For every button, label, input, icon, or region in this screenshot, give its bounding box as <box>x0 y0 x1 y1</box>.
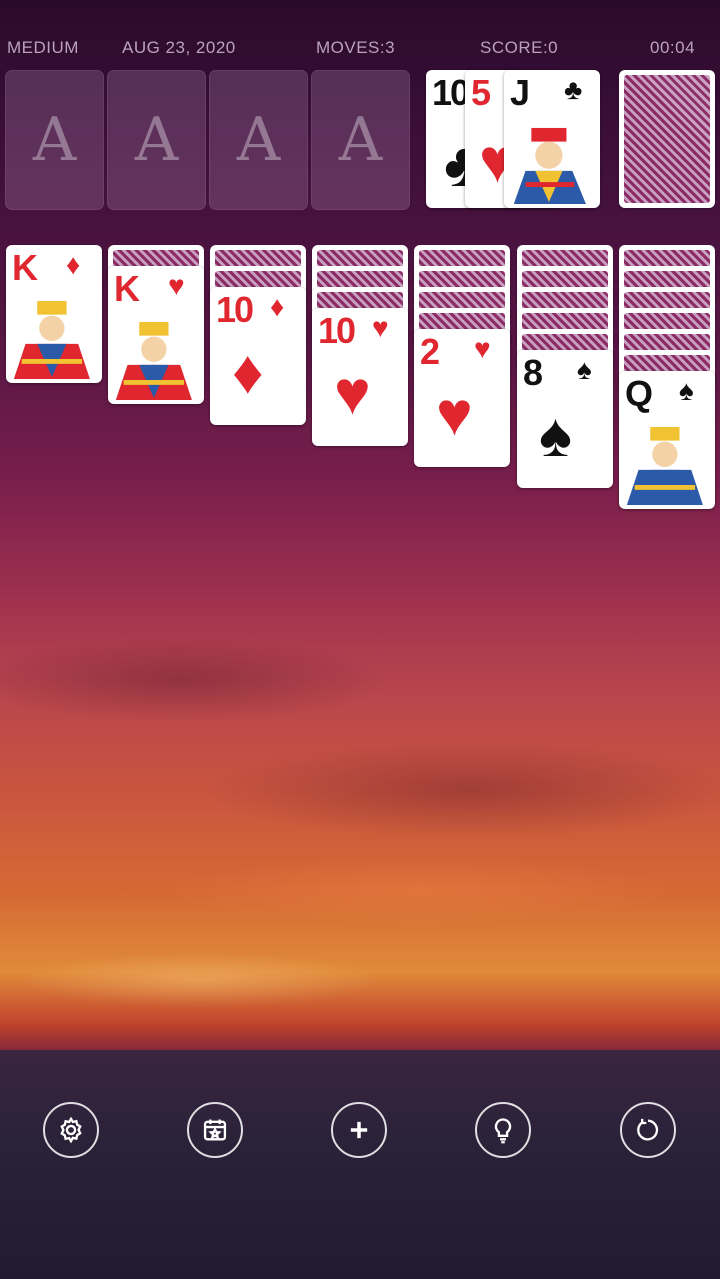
moves-counter: MOVES:3 <box>316 38 396 57</box>
card-suit: ♥ <box>372 312 389 343</box>
card-suit: ♠ <box>577 354 592 385</box>
difficulty-label: MEDIUM <box>7 38 79 57</box>
tableau-card[interactable]: Q ♠ <box>619 371 715 509</box>
tableau-card[interactable]: 10 ♥ ♥ <box>312 308 408 446</box>
card-suit: ♦ <box>66 249 81 280</box>
tableau-card[interactable]: 2 ♥ ♥ <box>414 329 510 467</box>
card-rank: 10 <box>216 289 254 330</box>
card-suit: ♥ <box>474 333 491 364</box>
sea-background <box>0 1050 720 1279</box>
tableau-card[interactable]: 8 ♠ ♠ <box>517 350 613 488</box>
card-center-suit: ♥ <box>436 380 473 449</box>
card-rank: K <box>114 268 140 309</box>
timer: 00:04 <box>650 38 696 57</box>
card-center-suit: ♦ <box>232 338 264 407</box>
tableau-card[interactable]: K ♥ <box>108 266 204 404</box>
undo-button[interactable] <box>620 1102 676 1158</box>
sky-background <box>0 560 720 1020</box>
waste-top-card[interactable]: J ♣ <box>504 70 600 208</box>
hint-button[interactable] <box>475 1102 531 1158</box>
face-card-illustration <box>13 301 90 379</box>
card-rank: 2 <box>420 331 440 372</box>
card-rank: Q <box>625 373 653 414</box>
card-suit: ♦ <box>270 291 285 322</box>
daily-challenge-button[interactable] <box>187 1102 243 1158</box>
foundation-slot[interactable]: A <box>107 70 206 210</box>
tableau-card[interactable]: K ♦ <box>6 245 102 383</box>
card-center-suit: ♥ <box>334 359 371 428</box>
card-rank: 10 <box>318 310 356 351</box>
foundation-slot[interactable]: A <box>311 70 410 210</box>
card-suit: ♥ <box>168 270 185 301</box>
card-rank: 8 <box>523 352 543 393</box>
jack-face-illustration <box>513 127 586 204</box>
date-label: AUG 23, 2020 <box>122 38 236 57</box>
foundation-slot[interactable]: A <box>209 70 308 210</box>
new-game-icon <box>350 1121 368 1139</box>
face-card-illustration <box>626 427 703 505</box>
status-bar: MEDIUM AUG 23, 2020 MOVES:3 SCORE:0 00:0… <box>0 38 720 58</box>
face-card-illustration <box>115 322 192 400</box>
bottom-toolbar <box>0 1102 720 1162</box>
card-center-suit: ♠ <box>539 401 572 470</box>
settings-button[interactable] <box>43 1102 99 1158</box>
card-suit: ♠ <box>679 375 694 406</box>
stock-pile[interactable] <box>619 70 715 208</box>
tableau-card[interactable]: 10 ♦ ♦ <box>210 287 306 425</box>
settings-icon <box>60 1116 82 1144</box>
new-game-button[interactable] <box>331 1102 387 1158</box>
hint-icon <box>494 1118 512 1144</box>
foundation-slot[interactable]: A <box>5 70 104 210</box>
card-rank: K <box>12 247 38 288</box>
score-counter: SCORE:0 <box>480 38 559 57</box>
daily-challenge-icon <box>203 1119 227 1141</box>
undo-icon <box>637 1118 659 1141</box>
